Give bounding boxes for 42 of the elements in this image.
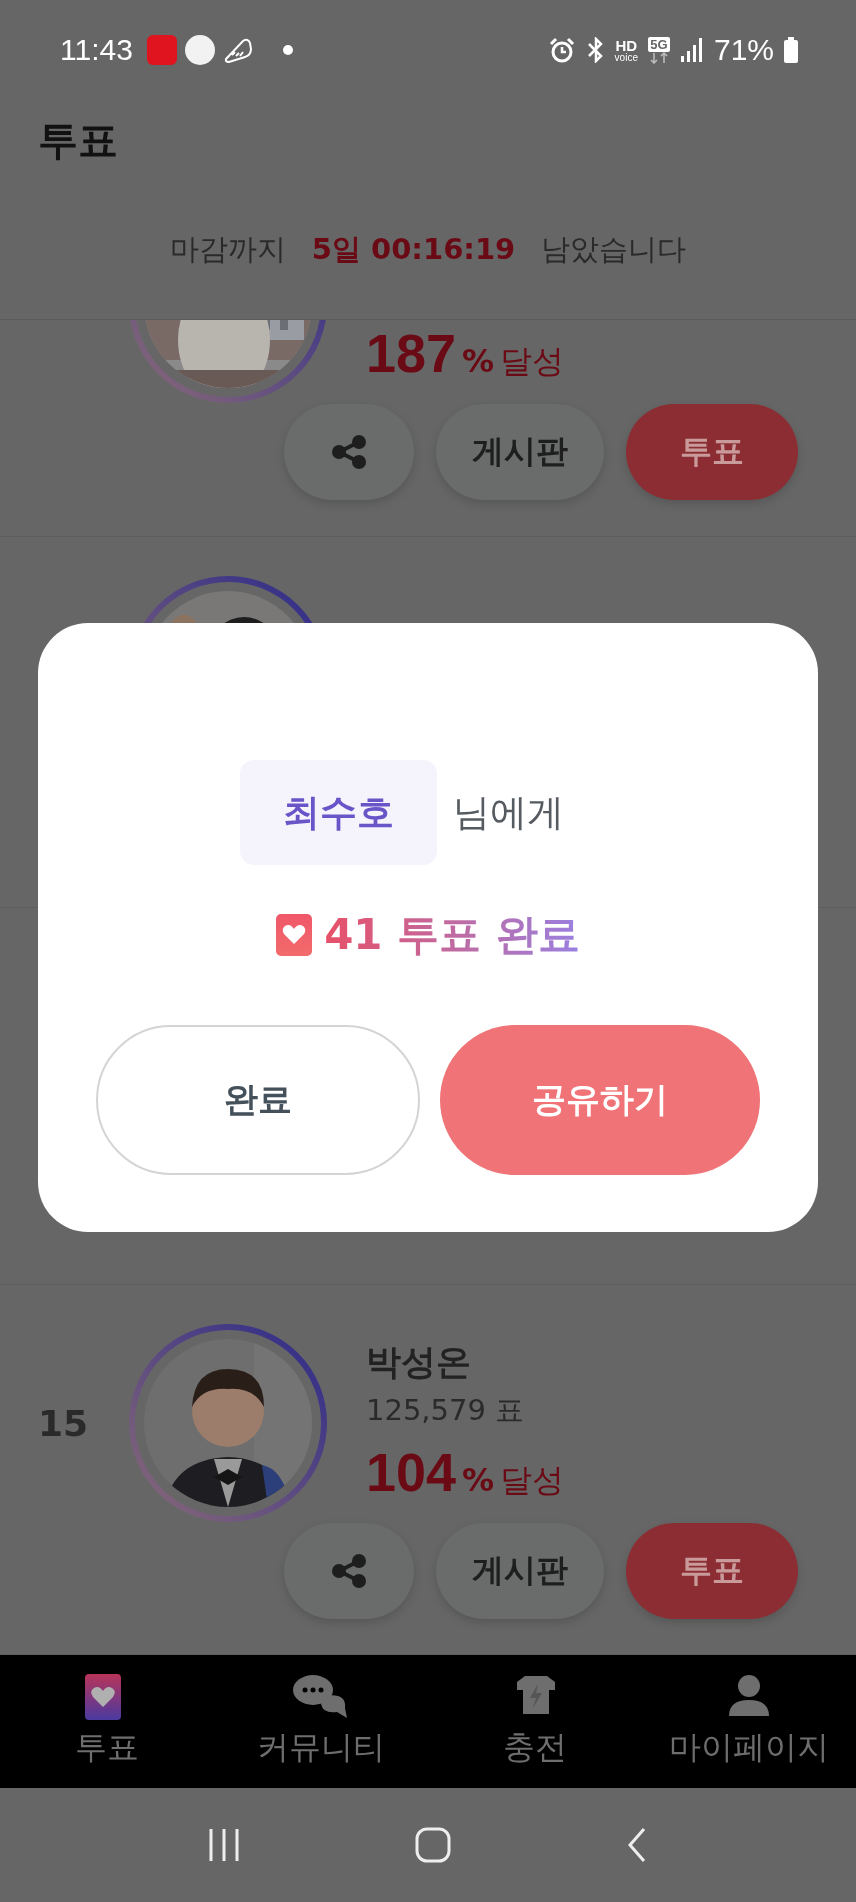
board-button[interactable]: 게시판 [436, 404, 604, 500]
recipient-name: 최수호 [240, 760, 437, 865]
clock-time: 11:43 [60, 33, 133, 67]
nav-tab[interactable]: 충전 [428, 1655, 642, 1788]
recipient-suffix: 님에게 [453, 789, 564, 836]
percent-sign: % [462, 342, 495, 380]
app-icon [146, 35, 177, 65]
share-icon [331, 434, 367, 470]
nav-tab[interactable]: 마이페이지 [642, 1655, 856, 1788]
page-title: 투표 [38, 115, 118, 165]
achievement-percent: 187 [366, 322, 457, 384]
hd-label: HD [615, 37, 638, 53]
done-button[interactable]: 완료 [96, 1025, 420, 1175]
vote-button[interactable]: 투표 [626, 1523, 798, 1619]
percent-sign: % [462, 1461, 495, 1499]
remaining-label: 남았습니다 [541, 230, 687, 268]
network-label: 5G [648, 36, 670, 52]
vote-count: 125,579 표 [366, 1392, 526, 1429]
achievement-label: 달성 [500, 1460, 565, 1501]
app-icon [184, 35, 215, 65]
notification-dot-icon [282, 45, 293, 55]
data-arrows-icon [647, 51, 670, 64]
vote-button[interactable]: 투표 [626, 404, 798, 500]
achievement-label: 달성 [500, 341, 565, 382]
voice-label: voice [614, 52, 638, 63]
nav-tab[interactable]: 커뮤니티 [214, 1655, 428, 1788]
countdown-time: 5일 00:16:19 [311, 230, 516, 268]
deadline-label: 마감까지 [169, 230, 286, 268]
board-button[interactable]: 게시판 [436, 1523, 604, 1619]
nav-tab[interactable]: 투표 [0, 1655, 214, 1788]
home-icon[interactable] [415, 1827, 451, 1863]
achievement-percent: 104 [366, 1441, 457, 1503]
battery-percent: 71% [713, 33, 774, 67]
recent-apps-icon[interactable] [207, 1827, 240, 1863]
chat-bubbles-icon [293, 1673, 349, 1720]
alarm-icon [548, 37, 575, 63]
candidate-name: 박성온 [366, 1341, 472, 1384]
battery-icon [784, 37, 798, 63]
signal-icon [679, 36, 704, 64]
share-button[interactable]: 공유하기 [440, 1025, 760, 1175]
share-icon [331, 1553, 367, 1589]
rank-number: 15 [38, 1402, 89, 1444]
